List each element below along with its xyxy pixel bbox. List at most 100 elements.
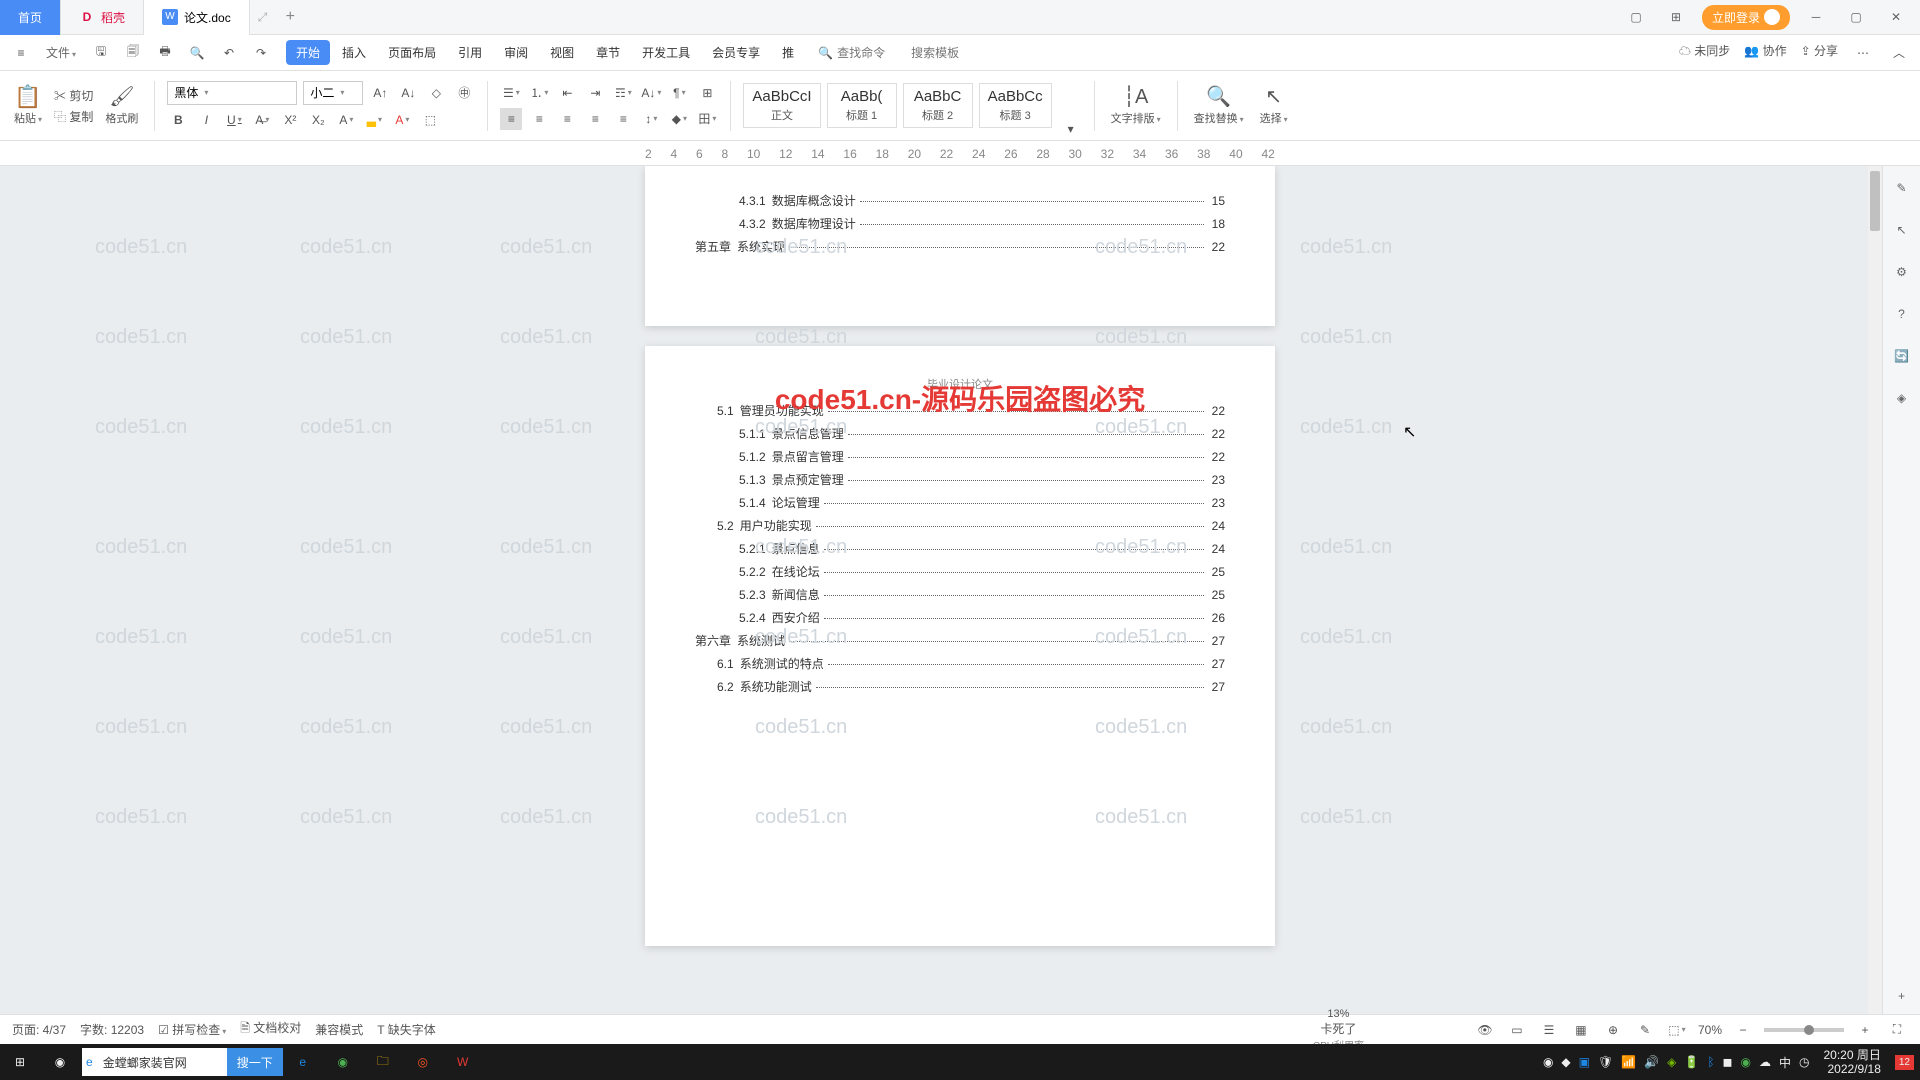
taskbar-explorer-icon[interactable]: 🗀 [363, 1044, 403, 1080]
undo-icon[interactable]: ↶ [218, 42, 240, 64]
zoom-fit-icon[interactable]: ⬚ [1666, 1019, 1688, 1041]
start-button[interactable]: ⊞ [0, 1044, 40, 1080]
clear-format-icon[interactable]: ◇ [425, 82, 447, 104]
showmarks-button[interactable]: ¶ [668, 82, 690, 104]
save-icon[interactable]: 🖫 [90, 42, 112, 64]
asian-layout-button[interactable]: ☶ [612, 82, 634, 104]
taskbar-search-button[interactable]: 搜一下 [227, 1048, 283, 1076]
command-search-input[interactable] [837, 46, 907, 60]
tab-dago[interactable]: D 稻壳 [61, 0, 144, 35]
word-count[interactable]: 字数: 12203 [80, 1021, 144, 1038]
font-select[interactable]: 黑体 [167, 81, 297, 105]
tray-icon-2[interactable]: ◆ [1561, 1055, 1570, 1069]
phonetic-icon[interactable]: ㊥ [453, 82, 475, 104]
minimize-button[interactable]: ─ [1802, 3, 1830, 31]
find-icon[interactable]: 🔍 [1208, 86, 1230, 108]
linespacing-button[interactable]: ↕ [640, 108, 662, 130]
pen-icon[interactable]: ✎ [1890, 176, 1914, 200]
italic-button[interactable]: I [195, 109, 217, 131]
underline-button[interactable]: U [223, 109, 245, 131]
compat-mode[interactable]: 兼容模式 [315, 1021, 363, 1038]
menu-推[interactable]: 推 [772, 40, 804, 65]
page-indicator[interactable]: 页面: 4/37 [12, 1021, 66, 1038]
style-标题 1[interactable]: AaBb(标题 1 [827, 83, 897, 128]
cursor-icon[interactable]: ↖ [1263, 86, 1285, 108]
subscript-button[interactable]: X₂ [307, 109, 329, 131]
annotate-icon[interactable]: ✎ [1634, 1019, 1656, 1041]
taskbar-search-input[interactable] [97, 1055, 227, 1069]
share-button[interactable]: ⇪ 分享 [1801, 42, 1838, 64]
findreplace-button[interactable]: 查找替换 [1194, 110, 1244, 126]
review-button[interactable]: 🗎 文档校对 [240, 1019, 301, 1040]
collab-button[interactable]: 👥 协作 [1744, 42, 1786, 64]
lightbulb-icon[interactable]: ◈ [1890, 386, 1914, 410]
redo-icon[interactable]: ↷ [250, 42, 272, 64]
charborder-button[interactable]: ⬚ [419, 109, 441, 131]
saveas-icon[interactable]: 🗐 [122, 42, 144, 64]
tab-options-icon[interactable]: ⤢ [250, 10, 276, 25]
outdent-button[interactable]: ⇤ [556, 82, 578, 104]
file-menu[interactable]: 文件 [42, 42, 80, 63]
texteffect-button[interactable]: A [335, 109, 357, 131]
taskbar-wechat-icon[interactable]: ◉ [323, 1044, 363, 1080]
new-tab-button[interactable]: + [275, 8, 305, 26]
tray-onedrive-icon[interactable]: ☁ [1759, 1055, 1771, 1069]
taskbar-edge-icon[interactable]: e [283, 1044, 323, 1080]
help-icon[interactable]: ? [1890, 302, 1914, 326]
hamburger-icon[interactable]: ≡ [10, 42, 32, 64]
view-page-icon[interactable]: ▭ [1506, 1019, 1528, 1041]
zoom-slider[interactable] [1764, 1028, 1844, 1032]
tray-360-icon[interactable]: ◉ [1741, 1055, 1751, 1069]
menu-引用[interactable]: 引用 [448, 40, 492, 65]
align-right-button[interactable]: ≡ [556, 108, 578, 130]
select-button[interactable]: 选择 [1260, 110, 1288, 126]
menu-页面布局[interactable]: 页面布局 [378, 40, 446, 65]
zoom-out-button[interactable]: − [1732, 1019, 1754, 1041]
menu-审阅[interactable]: 审阅 [494, 40, 538, 65]
textlayout-icon[interactable]: ┆A [1125, 86, 1147, 108]
borders-button[interactable]: 田 [696, 108, 718, 130]
shading-button[interactable]: ◆ [668, 108, 690, 130]
grid-icon[interactable]: ⊞ [1662, 3, 1690, 31]
tray-icon-1[interactable]: ◉ [1543, 1055, 1553, 1069]
eye-icon[interactable]: 👁 [1474, 1019, 1496, 1041]
task-view-button[interactable]: ◉ [40, 1044, 80, 1080]
spellcheck-toggle[interactable]: ☑ 拼写检查 [158, 1021, 226, 1038]
align-left-button[interactable]: ≡ [500, 108, 522, 130]
layout-icon[interactable]: ▢ [1622, 3, 1650, 31]
tray-action-icon[interactable]: ◷ [1799, 1055, 1809, 1069]
copy-button[interactable]: ⿻ 复制 [54, 108, 93, 125]
clock[interactable]: 20:20 周日 2022/9/18 [1817, 1048, 1886, 1077]
superscript-button[interactable]: X² [279, 109, 301, 131]
textlayout-button[interactable]: 文字排版 [1111, 110, 1161, 126]
tray-bluetooth-icon[interactable]: ᛒ [1707, 1055, 1714, 1069]
view-read-icon[interactable]: ⊕ [1602, 1019, 1624, 1041]
align-justify-button[interactable]: ≡ [584, 108, 606, 130]
menu-插入[interactable]: 插入 [332, 40, 376, 65]
command-search[interactable]: 🔍 [818, 46, 981, 60]
grow-font-icon[interactable]: A↑ [369, 82, 391, 104]
notification-icon[interactable]: 12 [1895, 1055, 1914, 1070]
ruler[interactable]: 24681012141618202224262830323436384042 [0, 141, 1920, 166]
vertical-scrollbar[interactable] [1868, 166, 1882, 1050]
taskbar-search[interactable]: e 搜一下 [82, 1048, 283, 1076]
brush-label[interactable]: 格式刷 [105, 110, 138, 126]
tray-shield-icon[interactable]: 🛡 [1598, 1055, 1613, 1069]
pointer-icon[interactable]: ↖ [1890, 218, 1914, 242]
sort-button[interactable]: A↓ [640, 82, 662, 104]
maximize-button[interactable]: ▢ [1842, 3, 1870, 31]
style-标题 2[interactable]: AaBbC标题 2 [903, 83, 973, 128]
zoom-in-side-icon[interactable]: + [1890, 984, 1914, 1008]
menu-章节[interactable]: 章节 [586, 40, 630, 65]
menu-开发工具[interactable]: 开发工具 [632, 40, 700, 65]
indent-button[interactable]: ⇥ [584, 82, 606, 104]
document-area[interactable]: 4.3.1数据库概念设计154.3.2数据库物理设计18第五章系统实现22 毕业… [0, 166, 1920, 1050]
tab-home[interactable]: 首页 [0, 0, 61, 35]
bullets-button[interactable]: ☰ [500, 82, 522, 104]
fontsize-select[interactable]: 小二 [303, 81, 363, 105]
align-center-button[interactable]: ≡ [528, 108, 550, 130]
highlight-button[interactable]: ▃ [363, 109, 385, 131]
tray-wifi-icon[interactable]: 📶 [1621, 1055, 1636, 1069]
template-search-input[interactable] [911, 46, 981, 60]
translate-icon[interactable]: 🔄 [1890, 344, 1914, 368]
